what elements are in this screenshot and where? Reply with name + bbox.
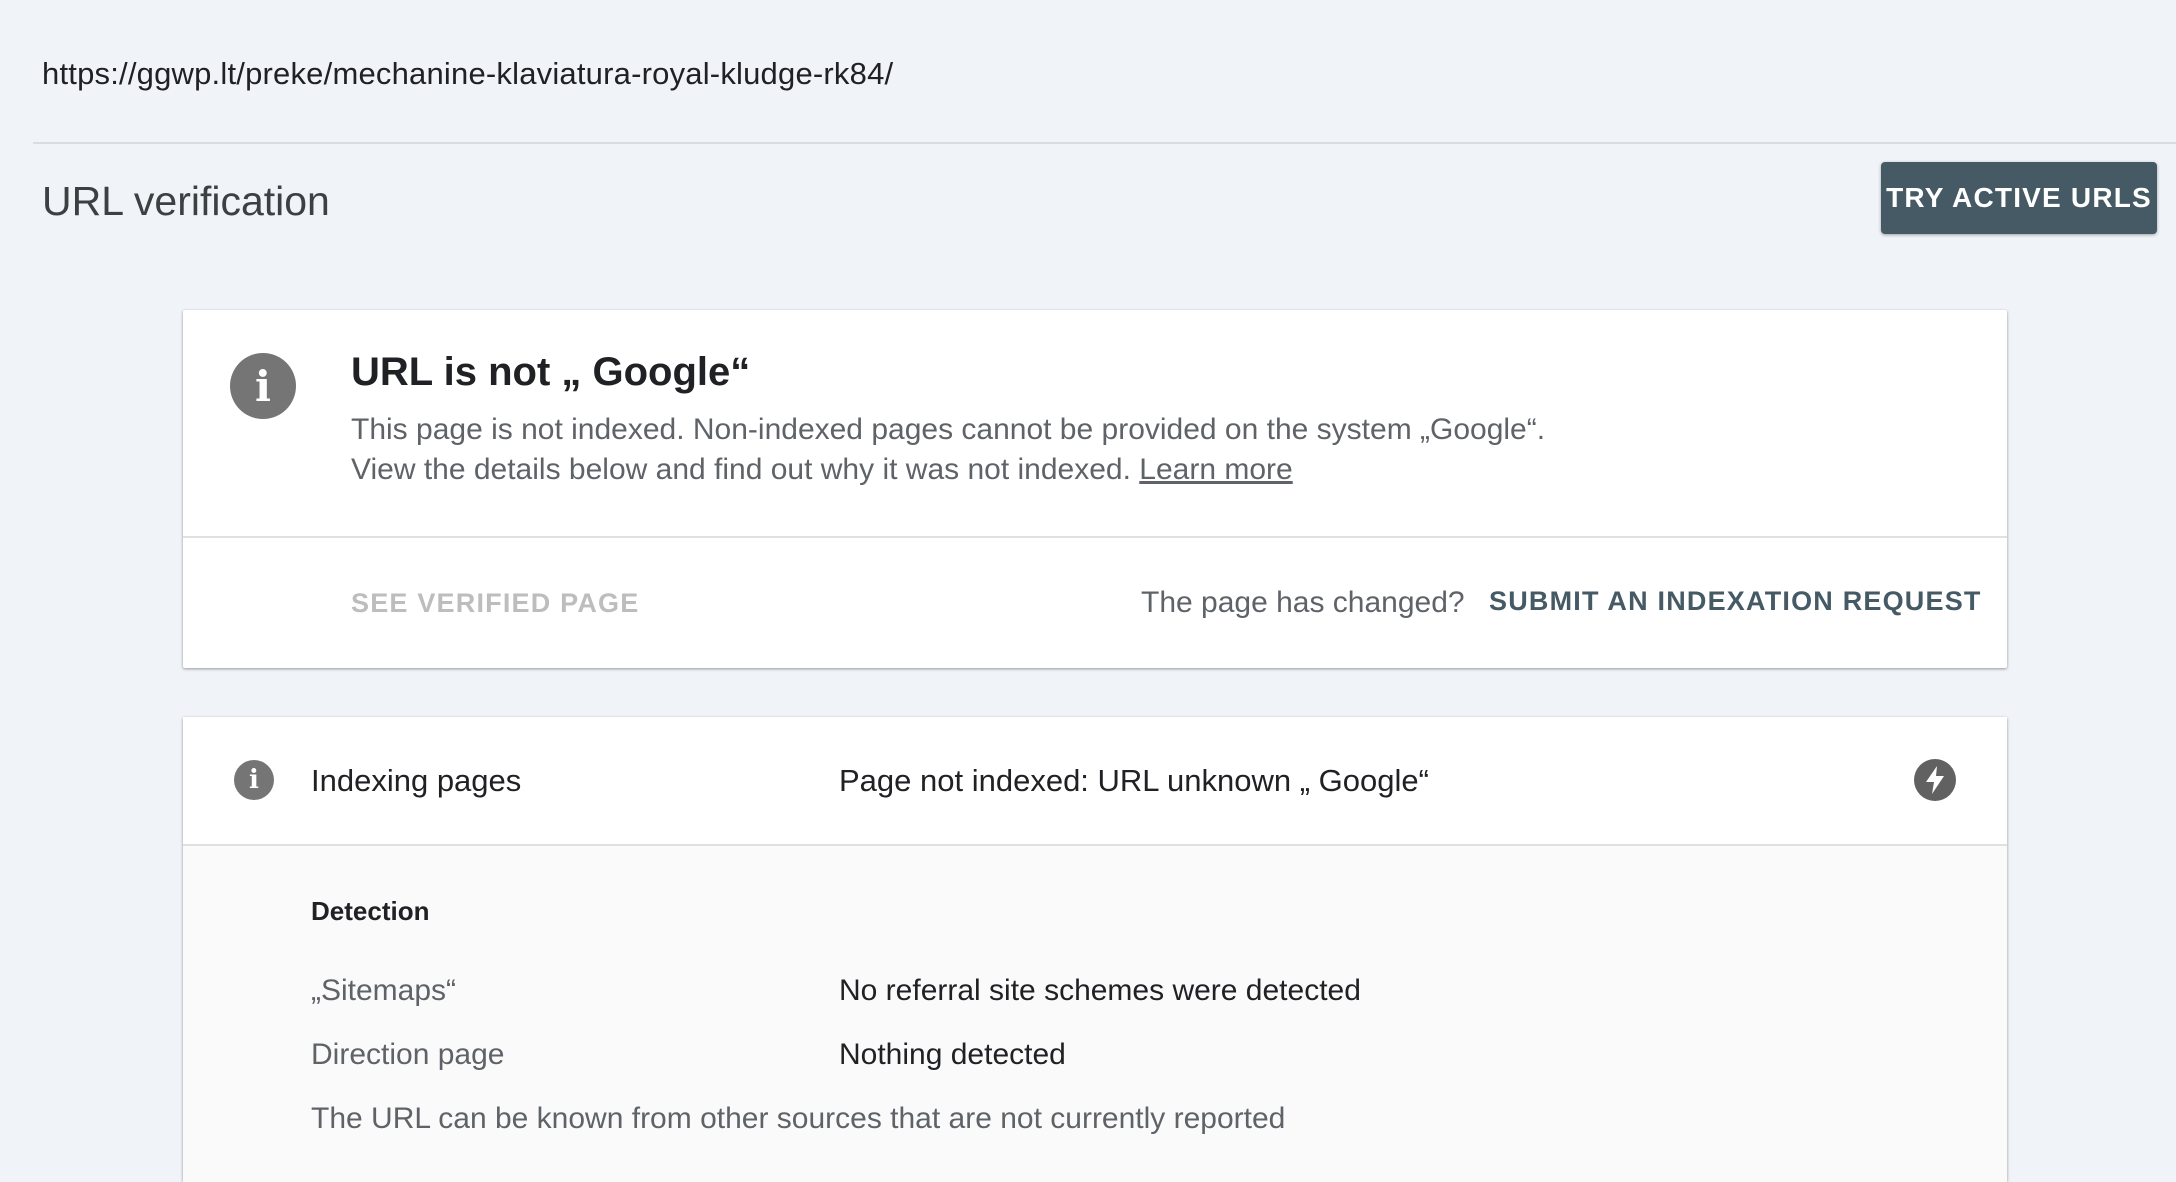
sitemaps-label: „Sitemaps“ xyxy=(311,974,457,1007)
status-divider xyxy=(183,536,2007,538)
indexing-header[interactable]: i Indexing pages Page not indexed: URL u… xyxy=(183,717,2007,844)
info-icon: i xyxy=(234,760,274,800)
page-title: URL verification xyxy=(42,178,330,224)
sitemaps-value: No referral site schemes were detected xyxy=(839,974,1361,1007)
status-description-text: This page is not indexed. Non-indexed pa… xyxy=(351,413,1546,486)
detection-title: Detection xyxy=(311,896,430,926)
status-summary: i URL is not „ Google“ This page is not … xyxy=(183,310,2007,536)
header-divider xyxy=(33,142,2176,144)
indexing-label: Indexing pages xyxy=(311,763,522,798)
learn-more-link[interactable]: Learn more xyxy=(1139,453,1292,486)
see-verified-page-button[interactable]: SEE VERIFIED PAGE xyxy=(351,588,639,619)
indexing-card: i Indexing pages Page not indexed: URL u… xyxy=(183,717,2007,1182)
inspected-url: https://ggwp.lt/preke/mechanine-klaviatu… xyxy=(42,56,894,91)
status-heading: URL is not „ Google“ xyxy=(351,350,751,394)
bolt-icon[interactable] xyxy=(1914,759,1956,801)
status-card: i URL is not „ Google“ This page is not … xyxy=(183,310,2007,668)
direction-page-value: Nothing detected xyxy=(839,1038,1066,1071)
detection-panel: Detection „Sitemaps“ No referral site sc… xyxy=(183,846,2007,1182)
status-description: This page is not indexed. Non-indexed pa… xyxy=(351,410,1551,490)
page-changed-text: The page has changed? xyxy=(1141,586,1465,619)
indexing-status: Page not indexed: URL unknown „ Google“ xyxy=(839,763,1429,798)
info-icon: i xyxy=(230,353,296,419)
direction-page-label: Direction page xyxy=(311,1038,505,1071)
try-active-urls-button[interactable]: TRY ACTIVE URLS xyxy=(1881,162,2157,234)
bolt-glyph xyxy=(1926,766,1944,794)
detection-footnote: The URL can be known from other sources … xyxy=(311,1102,1286,1135)
submit-indexation-request-button[interactable]: SUBMIT AN INDEXATION REQUEST xyxy=(1489,586,1982,617)
